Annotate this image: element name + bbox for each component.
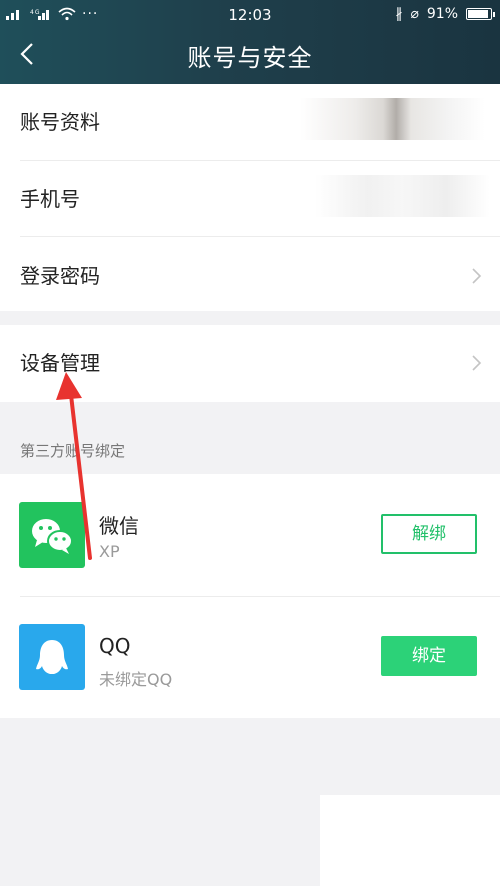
device-manage-row[interactable]: 设备管理 <box>0 325 500 402</box>
chevron-right-icon <box>472 355 482 371</box>
qq-row: QQ 未绑定QQ 绑定 <box>0 596 500 718</box>
third-party-group: 微信 XP 解绑 QQ 未绑定QQ 绑定 <box>0 474 500 718</box>
account-info-label: 账号资料 <box>20 110 100 134</box>
page-title: 账号与安全 <box>187 44 313 72</box>
qq-icon <box>19 624 85 690</box>
status-bar: 4G ··· 12:03 ∦ ⌀ 91% <box>0 0 500 30</box>
wechat-name: 微信 <box>99 514 139 538</box>
blank-area <box>320 795 500 886</box>
wechat-row: 微信 XP 解绑 <box>0 474 500 596</box>
login-password-row[interactable]: 登录密码 <box>0 238 500 315</box>
login-password-label: 登录密码 <box>20 264 100 288</box>
chevron-right-icon <box>472 268 482 284</box>
wechat-account: XP <box>99 542 120 561</box>
status-right: ∦ ⌀ 91% <box>395 6 495 22</box>
redacted-account-info <box>300 98 485 140</box>
battery-percent: 91% <box>426 6 458 22</box>
top-bar: 4G ··· 12:03 ∦ ⌀ 91% 账号与安全 <box>0 0 500 84</box>
alarm-off-icon: ⌀ <box>410 6 419 22</box>
phone-label: 手机号 <box>20 187 80 211</box>
divider <box>20 236 500 237</box>
device-group: 设备管理 <box>0 325 500 402</box>
redacted-phone <box>315 175 490 217</box>
battery-icon <box>466 8 495 20</box>
qq-status: 未绑定QQ <box>99 670 173 689</box>
wechat-icon <box>19 502 85 568</box>
bluetooth-icon: ∦ <box>395 6 403 22</box>
bind-qq-button[interactable]: 绑定 <box>381 636 477 676</box>
qq-name: QQ <box>99 634 131 658</box>
third-party-section-label: 第三方账号绑定 <box>20 442 126 460</box>
unbind-wechat-button[interactable]: 解绑 <box>381 514 477 554</box>
device-manage-label: 设备管理 <box>20 351 100 375</box>
